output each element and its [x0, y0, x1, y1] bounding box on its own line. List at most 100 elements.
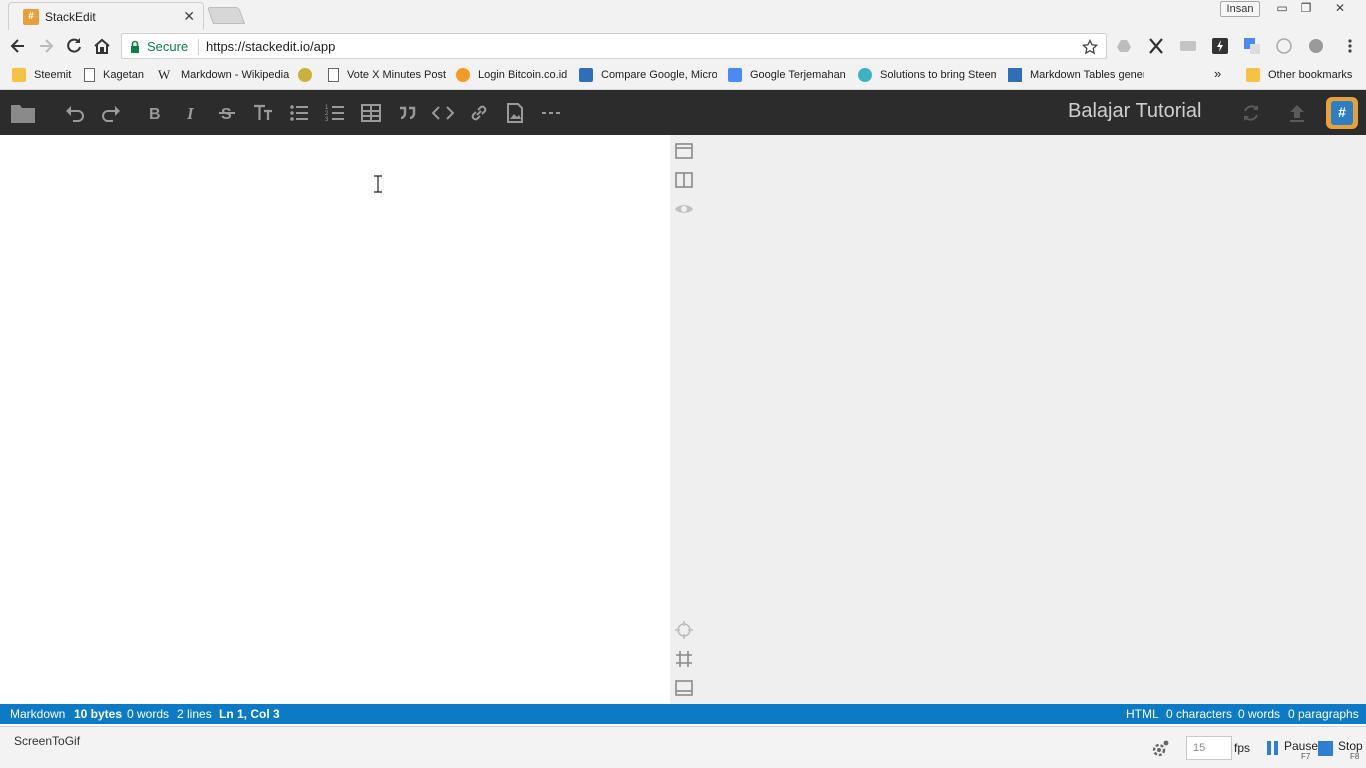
horizontal-rule-icon[interactable] — [540, 102, 562, 124]
screentogif-bar: ScreenToGif 15 fps Pause F7 Stop F8 — [0, 726, 1366, 768]
status-markdown: Markdown — [10, 707, 66, 721]
svg-text:S: S — [221, 106, 232, 123]
ordered-list-icon[interactable]: 123 — [324, 102, 346, 124]
side-preview-icon[interactable] — [674, 170, 694, 190]
bookmark-item[interactable]: Compare Google, Micros — [579, 68, 717, 84]
url-text[interactable]: https://stackedit.io/app — [206, 39, 335, 54]
minimize-icon[interactable]: ▭ — [1270, 0, 1294, 17]
restore-icon[interactable]: ❐ — [1294, 0, 1318, 17]
globe-icon — [298, 68, 312, 82]
table-icon[interactable] — [360, 102, 382, 124]
reload-icon[interactable] — [64, 36, 84, 56]
tab-close-icon[interactable]: ✕ — [183, 8, 195, 25]
other-bookmarks[interactable]: Other bookmarks — [1246, 68, 1362, 84]
status-position: Ln 1, Col 3 — [219, 707, 280, 721]
tab-stackedit[interactable]: # StackEdit ✕ — [8, 2, 204, 30]
unordered-list-icon[interactable] — [288, 102, 310, 124]
svg-text:B: B — [149, 106, 161, 123]
status-html-words: 0 words — [1238, 707, 1281, 721]
toggle-statusbar-icon[interactable] — [674, 678, 694, 698]
stop-button[interactable]: Stop — [1338, 739, 1363, 753]
status-characters: 0 characters — [1166, 707, 1233, 721]
forward-icon[interactable] — [36, 36, 56, 56]
markdown-editor[interactable] — [0, 135, 670, 704]
focus-mode-icon[interactable] — [674, 649, 694, 669]
settings-gear-icon[interactable] — [1150, 739, 1170, 759]
translate-extension-icon[interactable] — [1244, 38, 1260, 54]
bookmark-item[interactable]: Vote X Minutes Post — [328, 68, 450, 84]
wordpress-extension-icon[interactable] — [1276, 38, 1292, 54]
bookmarks-overflow-button[interactable]: » — [1214, 66, 1228, 82]
drive-extension-icon[interactable] — [1116, 38, 1132, 54]
bookmark-item[interactable]: Login Bitcoin.co.id — [456, 68, 572, 84]
stackedit-navbar: B I S 123 Balajar Tutorial # — [0, 90, 1366, 135]
omnibox-divider — [198, 39, 199, 55]
link-icon[interactable] — [468, 102, 490, 124]
italic-icon[interactable]: I — [180, 102, 202, 124]
hd-extension-icon[interactable] — [1180, 38, 1196, 54]
browser-tab-strip: # StackEdit ✕ Insan ▭ ❐ ✕ — [0, 0, 1366, 30]
bold-icon[interactable]: B — [144, 102, 166, 124]
page-icon — [84, 68, 95, 82]
heading-icon[interactable] — [252, 102, 274, 124]
home-icon[interactable] — [92, 36, 112, 56]
status-lines: 2 lines — [177, 707, 212, 721]
undo-icon[interactable] — [64, 102, 86, 124]
preview-eye-icon[interactable] — [674, 199, 694, 219]
redo-icon[interactable] — [100, 102, 122, 124]
lock-icon — [130, 40, 140, 53]
folder-icon[interactable] — [10, 102, 36, 124]
pause-shortcut: F7 — [1301, 752, 1311, 761]
svg-text:I: I — [186, 104, 195, 123]
image-icon[interactable] — [504, 102, 526, 124]
quote-icon[interactable] — [396, 102, 418, 124]
bookmark-item[interactable]: Solutions to bring Steem — [858, 68, 996, 84]
sync-icon[interactable] — [1240, 102, 1262, 124]
folder-icon — [12, 68, 26, 82]
html-preview — [670, 135, 1366, 704]
profile-button[interactable]: Insan — [1220, 1, 1260, 17]
publish-icon[interactable] — [1286, 102, 1308, 124]
window-close-icon[interactable]: ✕ — [1328, 0, 1352, 17]
scroll-sync-icon[interactable] — [674, 620, 694, 640]
svg-text:3: 3 — [325, 117, 329, 123]
bookmarks-bar: Steemit Kagetan W Markdown - Wikipedia Vo… — [0, 62, 1366, 90]
stop-shortcut: F8 — [1350, 752, 1360, 761]
screentogif-title: ScreenToGif — [14, 734, 81, 748]
code-icon[interactable] — [432, 102, 454, 124]
bookmark-item[interactable]: W Markdown - Wikipedia — [158, 68, 290, 84]
status-html: HTML — [1126, 707, 1159, 721]
bitcoin-icon — [456, 68, 470, 82]
new-tab-button[interactable] — [206, 7, 246, 24]
compare-icon — [579, 68, 593, 82]
address-bar[interactable]: Secure https://stackedit.io/app — [121, 33, 1107, 59]
x-extension-icon[interactable] — [1148, 38, 1164, 54]
wikipedia-icon: W — [158, 68, 171, 82]
bookmark-item[interactable]: Steemit — [12, 68, 82, 84]
status-bar: Markdown 10 bytes 0 words 2 lines Ln 1, … — [0, 704, 1366, 724]
folder-icon — [1246, 68, 1260, 82]
bookmark-item[interactable]: Google Terjemahan — [728, 68, 852, 84]
text-cursor-icon — [372, 175, 384, 193]
document-title[interactable]: Balajar Tutorial — [1068, 100, 1201, 123]
steem-icon — [858, 68, 872, 82]
stop-icon[interactable] — [1318, 741, 1333, 756]
stackedit-logo-icon[interactable]: # — [1326, 97, 1358, 129]
bookmark-item[interactable]: Markdown Tables gener — [1008, 68, 1144, 84]
page-icon — [328, 68, 339, 82]
toggle-navbar-icon[interactable] — [674, 141, 694, 161]
fps-input[interactable]: 15 — [1186, 736, 1232, 760]
bolt-extension-icon[interactable] — [1212, 38, 1228, 54]
translate-icon — [728, 68, 742, 82]
pause-icon[interactable] — [1266, 740, 1280, 756]
back-icon[interactable] — [8, 36, 28, 56]
bookmark-star-icon[interactable] — [1082, 39, 1098, 55]
strikethrough-icon[interactable]: S — [216, 102, 238, 124]
table-icon — [1008, 68, 1022, 82]
bookmark-item[interactable]: Kagetan — [84, 68, 154, 84]
bookmark-item[interactable] — [298, 68, 318, 84]
cloud-extension-icon[interactable] — [1308, 38, 1324, 54]
chrome-menu-icon[interactable] — [1342, 38, 1358, 54]
stackedit-favicon-icon: # — [23, 9, 39, 25]
pause-button[interactable]: Pause — [1284, 739, 1318, 753]
